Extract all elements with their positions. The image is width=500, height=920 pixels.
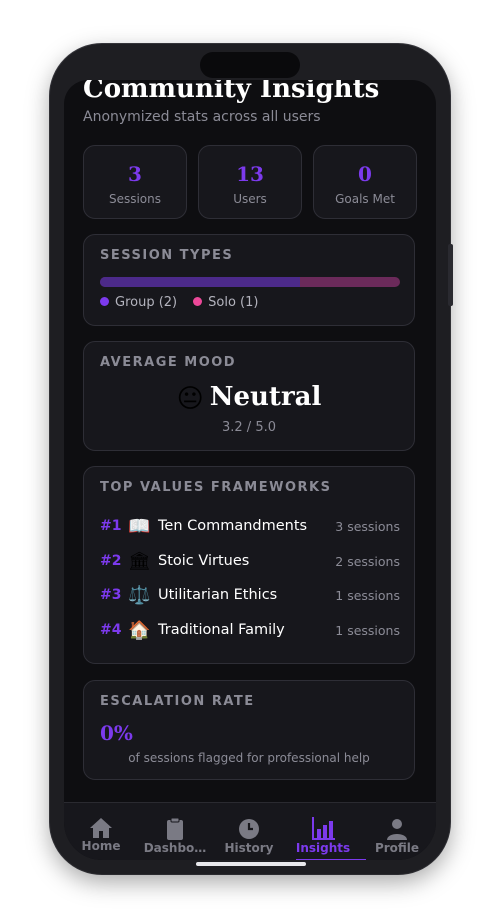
card-heading: TOP VALUES FRAMEWORKS xyxy=(100,480,332,495)
framework-name: Traditional Family xyxy=(158,622,285,638)
nav-label: History xyxy=(224,841,274,855)
framework-name: Utilitarian Ethics xyxy=(158,587,278,603)
nav-label: Dashbo… xyxy=(143,841,207,855)
stat-label: Sessions xyxy=(108,192,162,206)
framework-count: 1 sessions xyxy=(335,587,400,603)
nav-label: Profile xyxy=(374,841,420,855)
framework-rank: #2 xyxy=(100,553,122,569)
framework-row[interactable]: #4 🏠 Traditional Family 1 sessions xyxy=(100,616,400,644)
framework-row[interactable]: #1 📖 Ten Commandments 3 sessions xyxy=(100,512,400,540)
legend-label: Group (2) xyxy=(115,295,178,310)
clock-icon xyxy=(239,819,259,839)
stat-sessions: 3 Sessions xyxy=(83,145,187,219)
framework-row[interactable]: #3 ⚖️ Utilitarian Ethics 1 sessions xyxy=(100,581,400,609)
stat-value: 13 xyxy=(236,162,264,186)
card-heading: SESSION TYPES xyxy=(100,248,234,263)
book-icon: 📖 xyxy=(128,515,151,537)
legend-solo: Solo (1) xyxy=(193,295,258,310)
stat-label: Goals Met xyxy=(335,192,395,206)
classical-building-icon: 🏛 xyxy=(128,550,151,572)
insights-content: Community Insights Anonymized stats acro… xyxy=(64,80,436,802)
framework-count: 3 sessions xyxy=(335,518,400,534)
escalation-value: 0% xyxy=(100,721,133,745)
framework-rank: #3 xyxy=(100,587,122,603)
neutral-face-icon: 😐 xyxy=(176,384,204,414)
side-button xyxy=(448,244,453,306)
session-types-card: SESSION TYPES Group (2) Solo (1) xyxy=(83,234,415,326)
page-subtitle: Anonymized stats across all users xyxy=(83,109,321,125)
app-screen: Community Insights Anonymized stats acro… xyxy=(64,80,436,860)
framework-name: Ten Commandments xyxy=(158,518,308,534)
framework-rank: #4 xyxy=(100,622,122,638)
legend-group: Group (2) xyxy=(100,295,177,310)
framework-name: Stoic Virtues xyxy=(158,553,250,569)
mood-score: 3.2 / 5.0 xyxy=(222,420,276,435)
card-heading: ESCALATION RATE xyxy=(100,694,255,709)
nav-label: Insights xyxy=(295,841,351,855)
home-indicator[interactable] xyxy=(196,862,306,866)
mood-label: Neutral xyxy=(209,382,322,412)
stat-users: 13 Users xyxy=(198,145,302,219)
mood-display: 😐 Neutral xyxy=(84,382,414,414)
bottom-nav: Home Dashbo… History Insights Profile xyxy=(64,802,436,860)
framework-rank: #1 xyxy=(100,518,122,534)
nav-history[interactable]: History xyxy=(212,817,286,855)
stat-label: Users xyxy=(233,192,267,206)
session-types-legend: Group (2) Solo (1) xyxy=(100,295,258,310)
escalation-rate-card: ESCALATION RATE 0% of sessions flagged f… xyxy=(83,680,415,780)
camera-notch xyxy=(200,52,300,78)
top-frameworks-card: TOP VALUES FRAMEWORKS #1 📖 Ten Commandme… xyxy=(83,466,415,664)
stat-goals-met: 0 Goals Met xyxy=(313,145,417,219)
framework-count: 1 sessions xyxy=(335,622,400,638)
escalation-note: of sessions flagged for professional hel… xyxy=(128,751,370,765)
framework-row[interactable]: #2 🏛 Stoic Virtues 2 sessions xyxy=(100,547,400,575)
balance-scale-icon: ⚖️ xyxy=(128,584,151,606)
session-types-bar xyxy=(100,277,400,287)
average-mood-card: AVERAGE MOOD 😐 Neutral 3.2 / 5.0 xyxy=(83,341,415,451)
house-icon: 🏠 xyxy=(128,619,151,641)
stat-value: 0 xyxy=(358,162,372,186)
active-tab-indicator xyxy=(296,859,366,860)
legend-label: Solo (1) xyxy=(208,295,259,310)
home-icon xyxy=(90,818,112,838)
legend-dot-icon xyxy=(193,297,203,306)
nav-home[interactable]: Home xyxy=(64,817,138,853)
person-icon xyxy=(387,819,407,840)
legend-dot-icon xyxy=(100,297,109,306)
nav-dashboard[interactable]: Dashbo… xyxy=(138,817,212,855)
nav-insights[interactable]: Insights xyxy=(286,817,360,855)
clipboard-icon xyxy=(167,817,183,840)
stat-value: 3 xyxy=(128,162,142,186)
page-title: Community Insights xyxy=(83,80,380,104)
group-segment xyxy=(100,277,300,287)
bar-chart-icon xyxy=(312,817,335,840)
card-heading: AVERAGE MOOD xyxy=(100,355,237,370)
framework-count: 2 sessions xyxy=(335,553,400,569)
nav-label: Home xyxy=(81,839,121,853)
nav-profile[interactable]: Profile xyxy=(360,817,434,855)
